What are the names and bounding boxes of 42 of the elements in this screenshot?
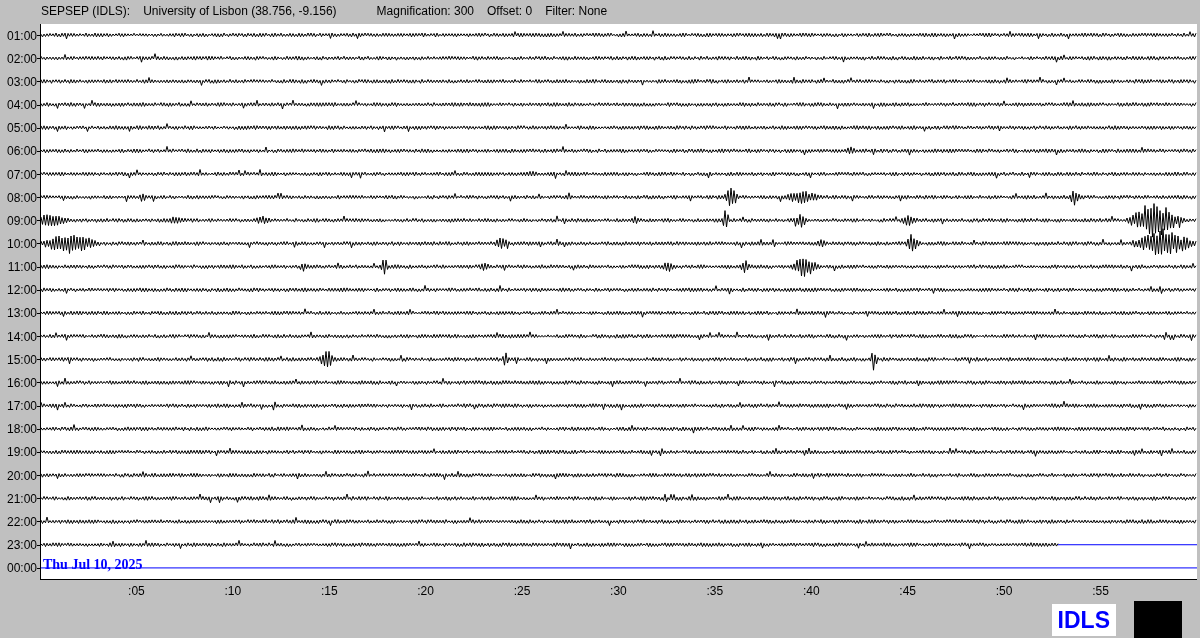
station-logo: IDLS (1051, 604, 1116, 636)
hour-label: 16:00 (6, 375, 37, 390)
hour-label: 21:00 (6, 491, 37, 506)
hour-label: 23:00 (6, 538, 37, 552)
status-indicator (1134, 601, 1182, 638)
hour-label: 18:00 (6, 422, 37, 437)
minute-label: :45 (898, 584, 917, 598)
offset-label: Offset: 0 (487, 3, 533, 18)
hour-label: 10:00 (6, 237, 37, 251)
hour-label: 00:00 (6, 561, 37, 576)
hour-label: 05:00 (6, 121, 37, 136)
station-label: SEPSEP (IDLS): (41, 3, 131, 18)
hour-label: 19:00 (6, 445, 37, 460)
hour-label: 22:00 (6, 514, 37, 529)
hour-label: 08:00 (6, 190, 37, 205)
hour-label: 12:00 (6, 283, 37, 298)
hour-label: 02:00 (6, 51, 37, 66)
hour-label: 11:00 (7, 260, 37, 275)
hour-label: 03:00 (6, 74, 37, 89)
minute-label: :40 (801, 584, 821, 598)
hour-label: 13:00 (6, 306, 37, 321)
minute-label: :50 (994, 584, 1014, 598)
hour-label: 15:00 (6, 352, 37, 367)
hour-label: 06:00 (6, 144, 37, 159)
hour-label: 09:00 (6, 213, 37, 228)
minute-label: :25 (512, 584, 532, 598)
minute-label: :35 (705, 584, 725, 598)
hour-label: 14:00 (6, 329, 37, 344)
minute-label: :30 (609, 584, 628, 598)
hour-label: 01:00 (6, 28, 37, 43)
minute-label: :55 (1091, 584, 1110, 598)
minute-label: :20 (416, 584, 435, 598)
minute-label: :05 (127, 584, 146, 598)
filter-label: Filter: None (545, 3, 608, 18)
magnification-label: Magnification: 300 (376, 3, 474, 18)
hour-label: 07:00 (6, 167, 37, 182)
hour-label: 20:00 (6, 468, 37, 483)
station-location: University of Lisbon (38.756, -9.156) (143, 3, 337, 18)
minute-label: :10 (223, 584, 243, 598)
hour-label: 17:00 (6, 399, 37, 414)
minute-label: :15 (319, 584, 339, 598)
hour-label: 04:00 (6, 98, 37, 113)
